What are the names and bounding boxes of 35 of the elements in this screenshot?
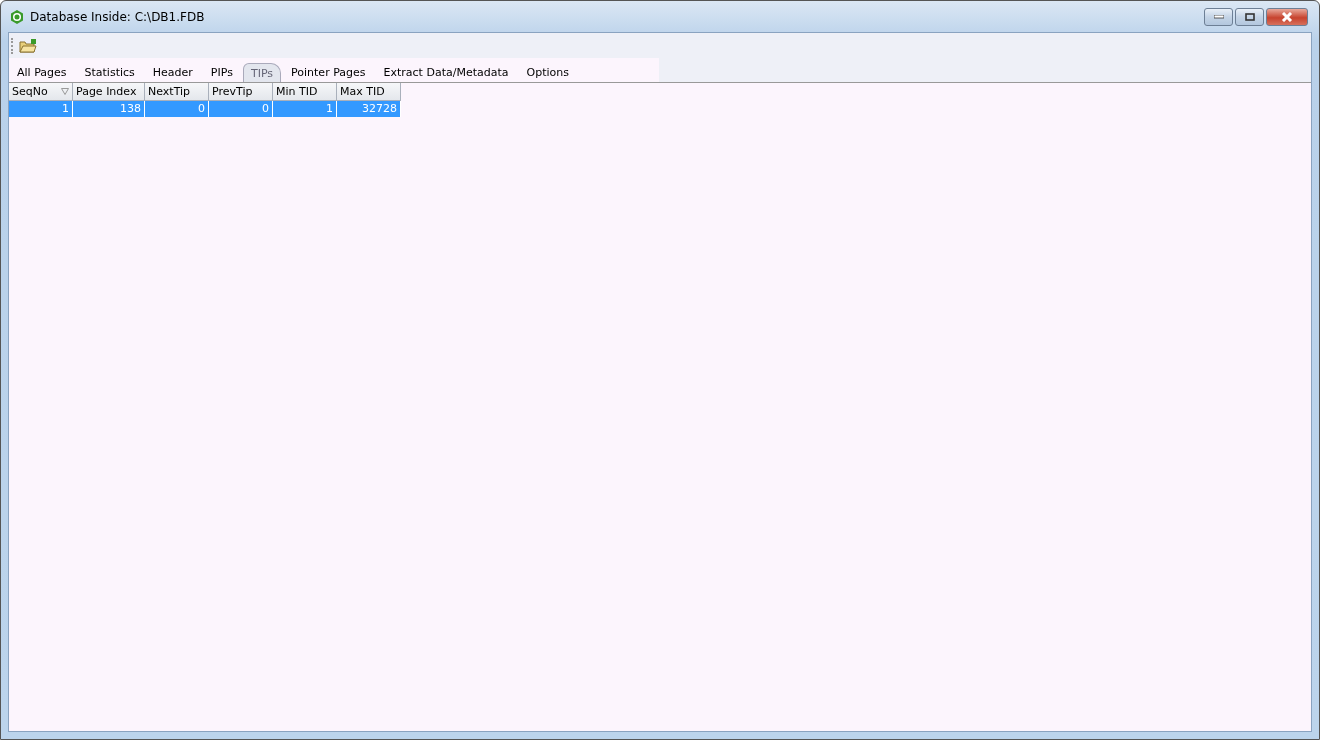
tab[interactable]: Header: [144, 62, 201, 82]
column-label: Max TID: [340, 85, 385, 98]
column-header[interactable]: Page Index: [73, 83, 145, 101]
column-header[interactable]: Max TID: [337, 83, 401, 101]
table-cell: 0: [145, 101, 209, 117]
column-label: Page Index: [76, 85, 137, 98]
tab[interactable]: Extract Data/Metadata: [375, 62, 517, 82]
column-header[interactable]: NextTip: [145, 83, 209, 101]
table-cell: 32728: [337, 101, 401, 117]
minimize-button[interactable]: [1204, 7, 1233, 26]
column-label: PrevTip: [212, 85, 253, 98]
table-cell: 0: [209, 101, 273, 117]
minimize-icon: [1213, 14, 1224, 19]
column-header[interactable]: Min TID: [273, 83, 337, 101]
tab[interactable]: PIPs: [202, 62, 241, 82]
close-button[interactable]: [1266, 7, 1308, 26]
maximize-button[interactable]: [1235, 7, 1264, 26]
column-header[interactable]: PrevTip: [209, 83, 273, 101]
column-header[interactable]: SeqNo: [9, 83, 73, 101]
table-cell: 138: [73, 101, 145, 117]
maximize-icon: [1244, 12, 1255, 21]
tab[interactable]: Pointer Pages: [283, 62, 374, 82]
close-icon: [1281, 11, 1293, 22]
app-logo-icon: [10, 9, 24, 24]
column-label: NextTip: [148, 85, 191, 98]
table-cell: 1: [273, 101, 337, 117]
tab[interactable]: TIPs: [242, 63, 282, 82]
tab[interactable]: All Pages: [9, 62, 75, 82]
tab[interactable]: Statistics: [76, 62, 143, 82]
window-title: Database Inside: C:\DB1.FDB: [30, 9, 206, 24]
column-label: Min TID: [276, 85, 318, 98]
table-cell: 1: [9, 101, 73, 117]
tab[interactable]: Options: [518, 62, 577, 82]
column-label: SeqNo: [12, 85, 48, 98]
open-folder-icon[interactable]: [19, 37, 37, 54]
